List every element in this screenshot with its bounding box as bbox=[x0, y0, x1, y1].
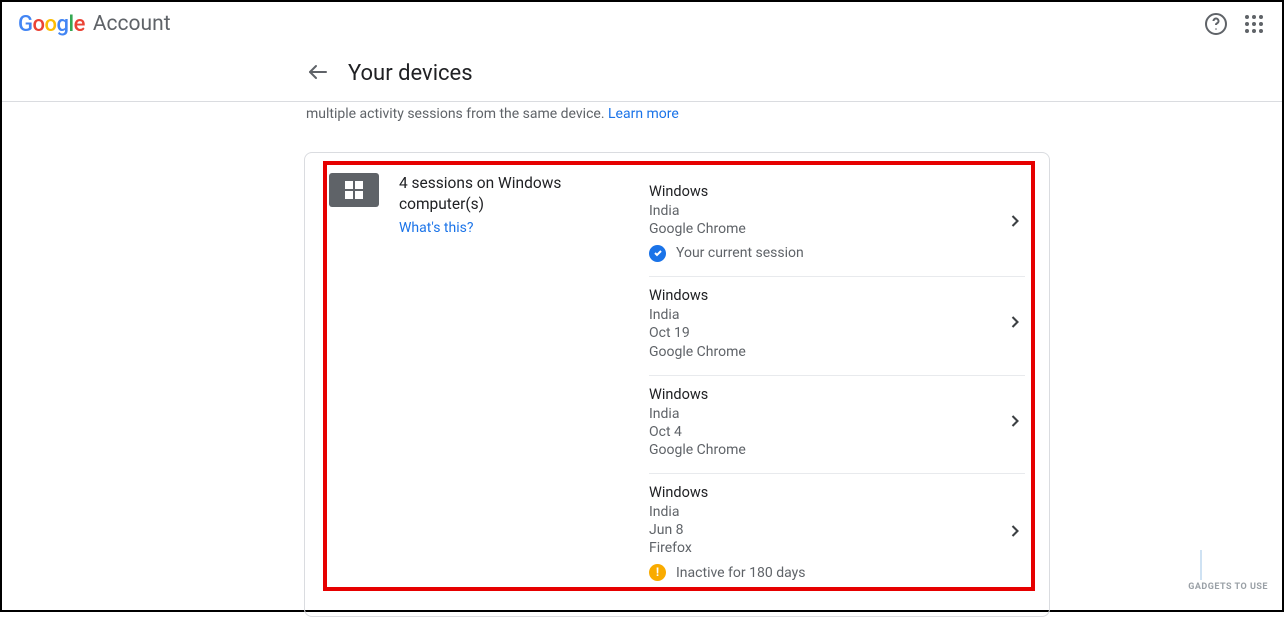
session-browser: Google Chrome bbox=[649, 441, 1005, 459]
session-browser: Firefox bbox=[649, 539, 1005, 557]
sessions-title-line1: 4 sessions on Windows bbox=[399, 173, 649, 194]
session-status: Your current session bbox=[649, 244, 1005, 262]
session-row[interactable]: Windows India Oct 4 Google Chrome bbox=[649, 376, 1025, 474]
session-status-text: Your current session bbox=[676, 244, 804, 262]
description-text: multiple activity sessions from the same… bbox=[306, 106, 608, 122]
session-info: Windows India Oct 19 Google Chrome bbox=[649, 287, 1005, 360]
google-logo[interactable]: Google bbox=[18, 12, 85, 37]
header-logo-area: Google Account bbox=[18, 12, 171, 37]
help-icon[interactable] bbox=[1204, 12, 1228, 36]
session-location: India bbox=[649, 202, 1005, 220]
session-status: ! Inactive for 180 days bbox=[649, 564, 1005, 582]
app-header: Google Account bbox=[2, 2, 1282, 46]
whats-this-link[interactable]: What's this? bbox=[399, 220, 473, 236]
session-row[interactable]: Windows India Jun 8 Firefox ! Inactive f… bbox=[649, 474, 1025, 596]
chevron-right-icon bbox=[1005, 211, 1025, 235]
session-location: India bbox=[649, 503, 1005, 521]
chevron-right-icon bbox=[1005, 312, 1025, 336]
session-status-text: Inactive for 180 days bbox=[676, 564, 805, 582]
session-row[interactable]: Windows India Oct 19 Google Chrome bbox=[649, 277, 1025, 375]
session-os: Windows bbox=[649, 484, 1005, 503]
windows-device-icon bbox=[329, 173, 379, 207]
session-os: Windows bbox=[649, 183, 1005, 202]
chevron-right-icon bbox=[1005, 521, 1025, 545]
session-browser: Google Chrome bbox=[649, 343, 1005, 361]
session-date: Oct 4 bbox=[649, 423, 1005, 441]
watermark-text: GADGETS TO USE bbox=[1188, 582, 1268, 592]
product-name: Account bbox=[93, 12, 171, 36]
session-os: Windows bbox=[649, 287, 1005, 306]
session-info: Windows India Oct 4 Google Chrome bbox=[649, 386, 1005, 459]
session-browser: Google Chrome bbox=[649, 220, 1005, 238]
session-row[interactable]: Windows India Google Chrome Your current… bbox=[649, 173, 1025, 277]
learn-more-link[interactable]: Learn more bbox=[608, 106, 679, 122]
page-title: Your devices bbox=[348, 61, 473, 86]
devices-card: 4 sessions on Windows computer(s) What's… bbox=[304, 152, 1050, 617]
sessions-list: Windows India Google Chrome Your current… bbox=[649, 173, 1025, 596]
content-area: 4 sessions on Windows computer(s) What's… bbox=[2, 122, 1282, 617]
back-arrow-icon[interactable] bbox=[306, 60, 330, 88]
apps-grid-icon[interactable] bbox=[1242, 12, 1266, 36]
session-date: Jun 8 bbox=[649, 521, 1005, 539]
sessions-title-line2: computer(s) bbox=[399, 194, 649, 215]
check-circle-icon bbox=[649, 245, 666, 262]
session-info: Windows India Jun 8 Firefox ! Inactive f… bbox=[649, 484, 1005, 582]
sessions-title: 4 sessions on Windows computer(s) bbox=[399, 173, 649, 215]
session-location: India bbox=[649, 405, 1005, 423]
card-left-column: 4 sessions on Windows computer(s) What's… bbox=[399, 173, 649, 596]
watermark-bar bbox=[1200, 550, 1202, 580]
header-actions bbox=[1204, 12, 1266, 36]
page-description: multiple activity sessions from the same… bbox=[2, 102, 1282, 122]
session-location: India bbox=[649, 306, 1005, 324]
warning-circle-icon: ! bbox=[649, 564, 666, 581]
chevron-right-icon bbox=[1005, 411, 1025, 435]
session-info: Windows India Google Chrome Your current… bbox=[649, 183, 1005, 262]
card-body: 4 sessions on Windows computer(s) What's… bbox=[305, 153, 1049, 596]
session-date: Oct 19 bbox=[649, 324, 1005, 342]
page-subheader: Your devices bbox=[2, 46, 1282, 102]
session-os: Windows bbox=[649, 386, 1005, 405]
